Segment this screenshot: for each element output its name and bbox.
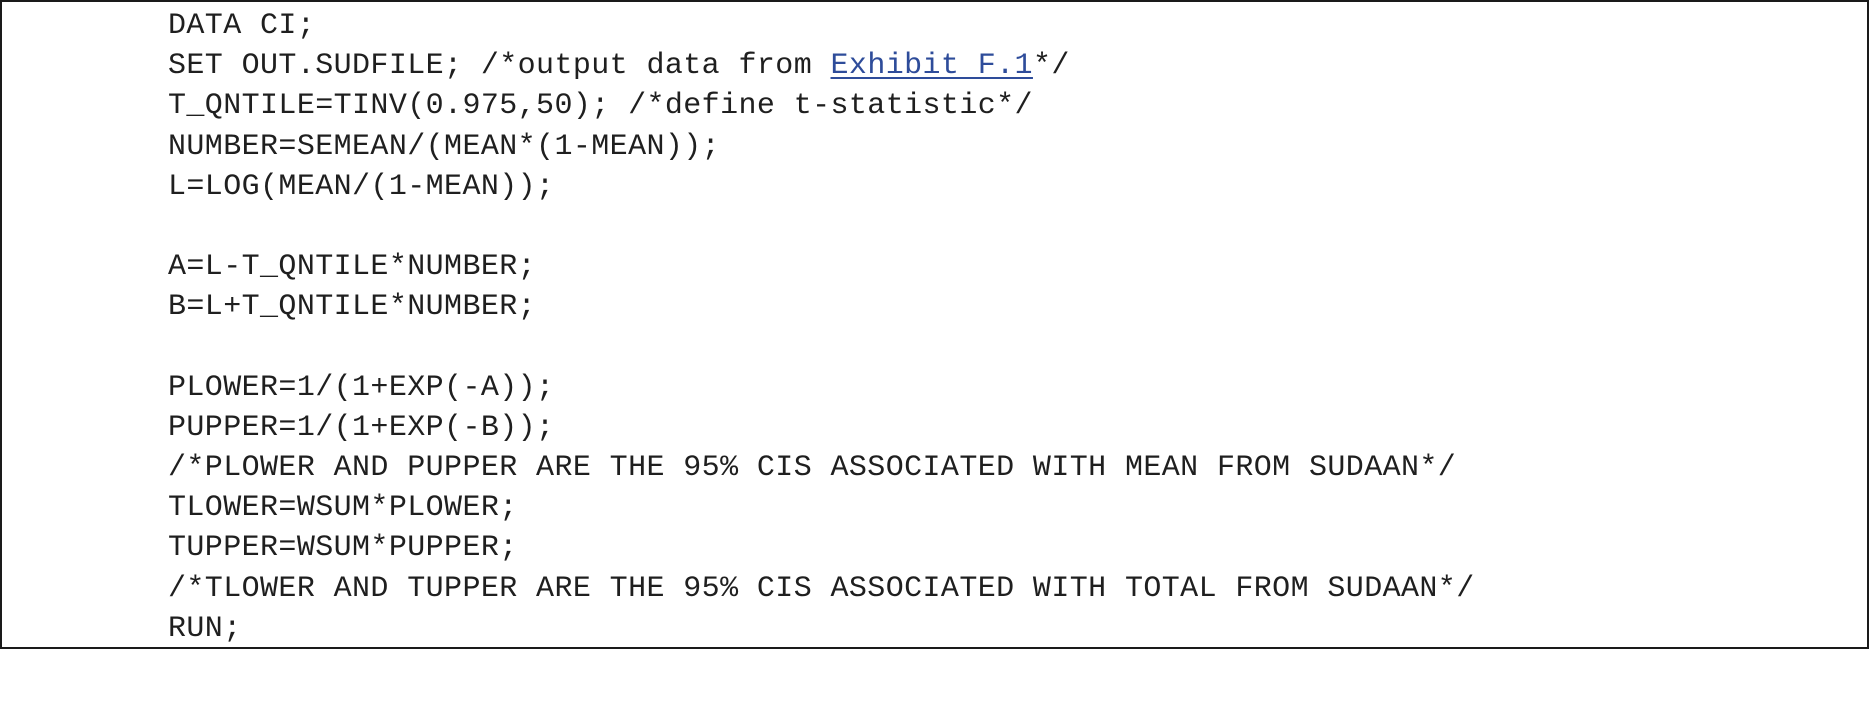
- code-comment-total: /*TLOWER AND TUPPER ARE THE 95% CIS ASSO…: [168, 571, 1475, 606]
- comment-close: */: [1032, 49, 1070, 84]
- code-line-b: B=L+T_QNTILE*NUMBER;: [168, 290, 537, 325]
- code-line-data: DATA CI;: [168, 9, 316, 43]
- code-line-a: A=L-T_QNTILE*NUMBER;: [168, 250, 537, 285]
- code-line-tupper: TUPPER=WSUM*PUPPER;: [168, 531, 518, 566]
- code-lines: DATA CI; SET OUT.SUDFILE; /*output data …: [168, 6, 1475, 649]
- code-line-run: RUN;: [168, 611, 242, 646]
- exhibit-link[interactable]: Exhibit F.1: [831, 49, 1033, 83]
- code-line-l: L=LOG(MEAN/(1-MEAN));: [168, 169, 555, 204]
- code-line-number: NUMBER=SEMEAN/(MEAN*(1-MEAN));: [168, 129, 721, 164]
- code-line-set-text: SET OUT.SUDFILE; /*output data from: [168, 49, 831, 84]
- code-comment-mean: /*PLOWER AND PUPPER ARE THE 95% CIS ASSO…: [168, 451, 1457, 486]
- code-line-pupper: PUPPER=1/(1+EXP(-B));: [168, 410, 555, 445]
- code-line-tqntile: T_QNTILE=TINV(0.975,50); /*define t-stat…: [168, 89, 1033, 124]
- code-line-set: SET OUT.SUDFILE; /*output data from Exhi…: [168, 46, 1475, 86]
- code-line-tlower: TLOWER=WSUM*PLOWER;: [168, 491, 518, 526]
- code-line-plower: PLOWER=1/(1+EXP(-A));: [168, 370, 555, 405]
- code-block: DATA CI; SET OUT.SUDFILE; /*output data …: [0, 0, 1869, 649]
